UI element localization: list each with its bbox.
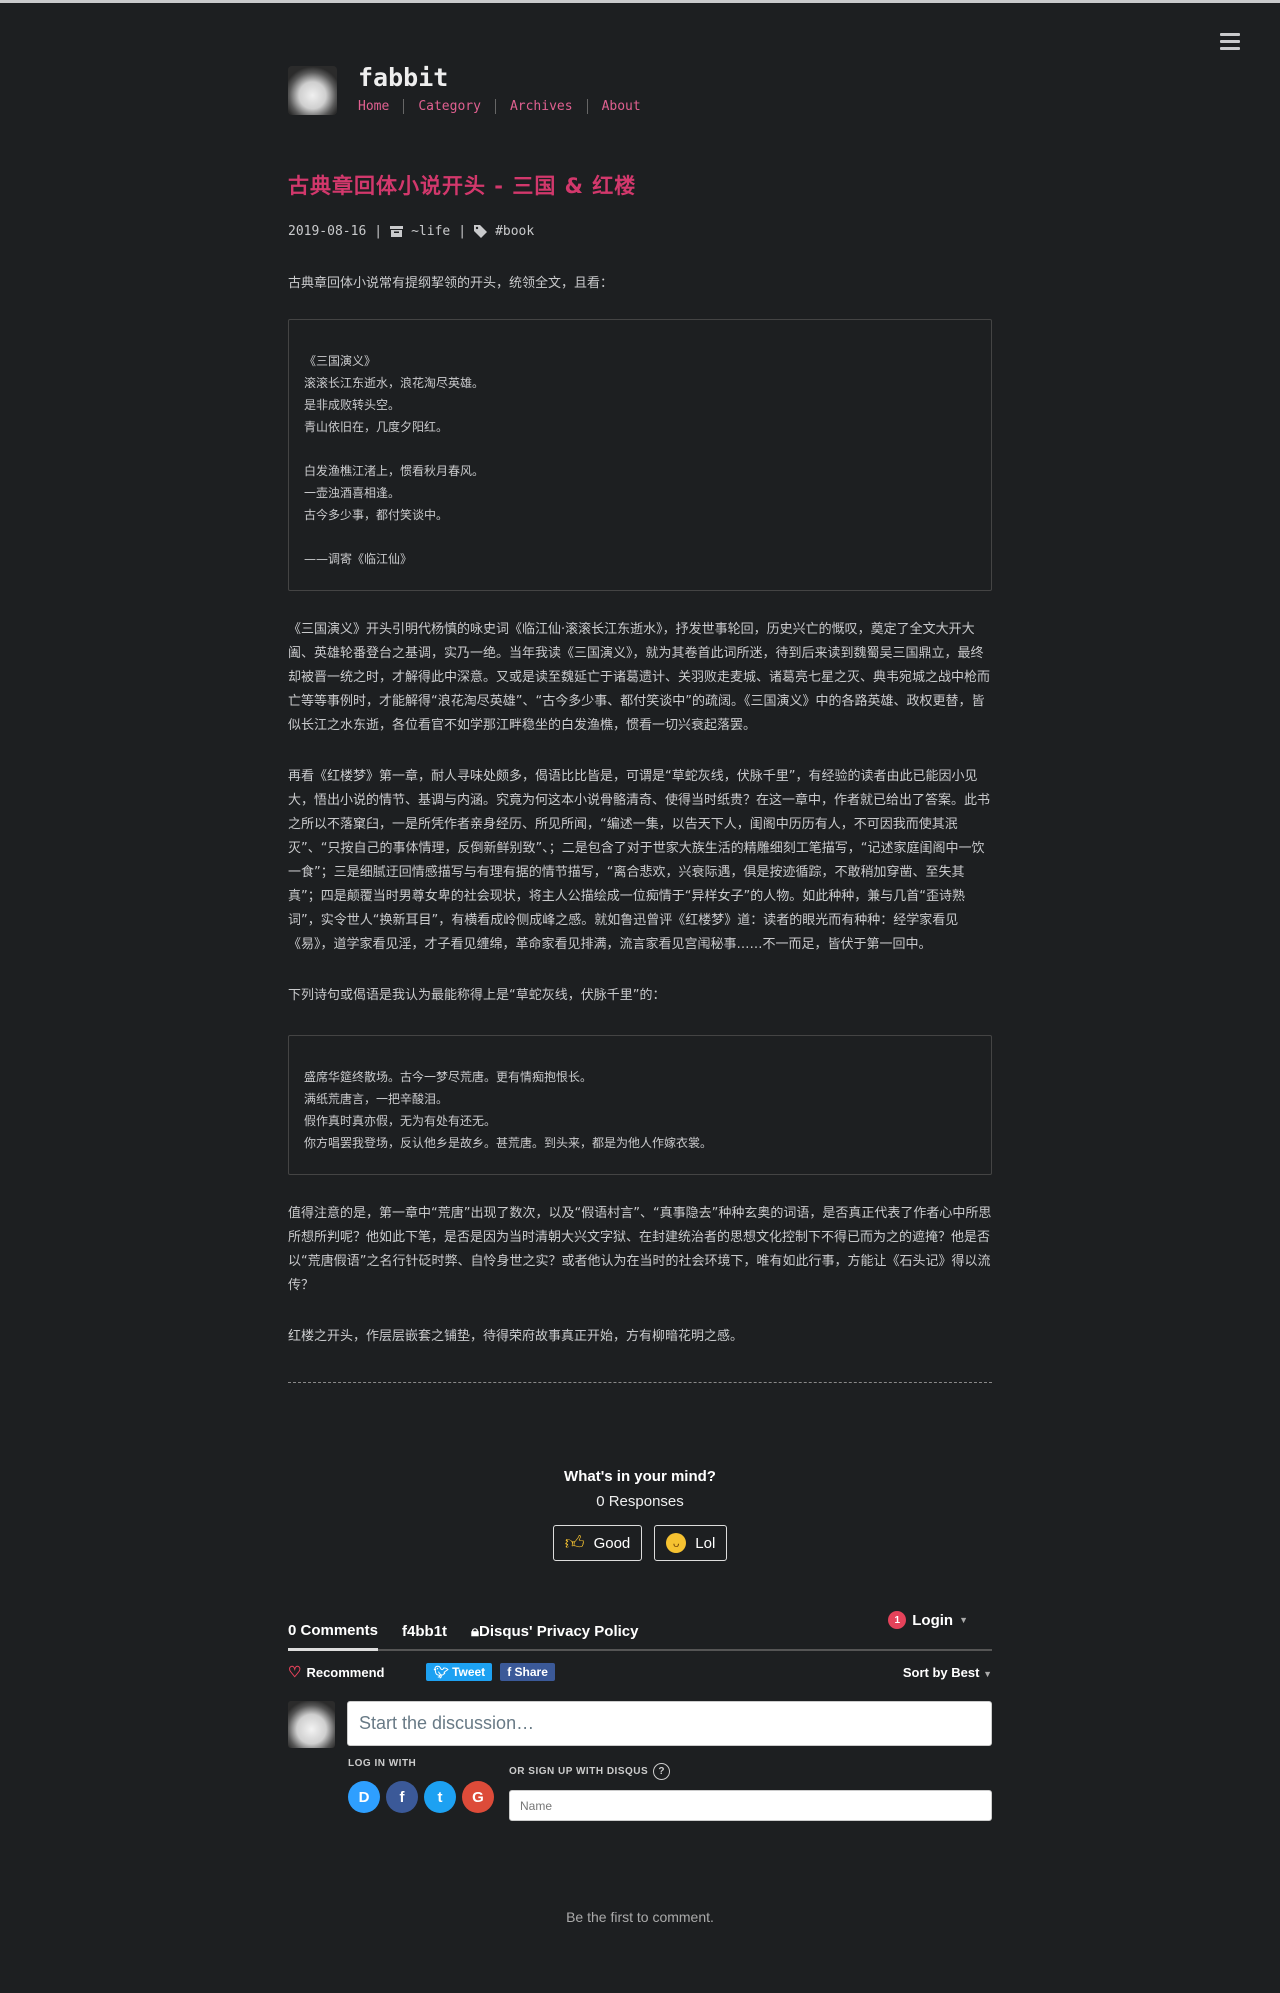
twitter-login-icon[interactable]: t	[424, 1781, 456, 1813]
discussion-input[interactable]: Start the discussion…	[347, 1701, 992, 1746]
reaction-lol-button[interactable]: ᴗ Lol	[654, 1525, 728, 1561]
nav-about[interactable]: About	[586, 99, 655, 114]
reaction-good-button[interactable]: 👍︎ Good	[552, 1525, 643, 1561]
disqus-login-icon[interactable]: D	[348, 1781, 380, 1813]
site-title[interactable]: fabbit	[358, 63, 448, 92]
tab-community[interactable]: f4bb1t	[402, 1623, 447, 1649]
post-divider	[288, 1382, 992, 1383]
poem-block-sanguo: 《三国演义》 滚滚长江东逝水，浪花淘尽英雄。 是非成败转头空。 青山依旧在，几度…	[288, 319, 992, 591]
disqus-actions: ♡ Recommend 🐦︎ Tweet f Share Sort by Bes…	[288, 1663, 992, 1681]
heart-icon: ♡	[288, 1664, 302, 1681]
paragraph-sanguo: 《三国演义》开头引明代杨慎的咏史词《临江仙·滚滚长江东逝水》，抒发世事轮回，历史…	[288, 622, 991, 733]
site-logo[interactable]	[288, 66, 337, 115]
name-input[interactable]: Name	[509, 1790, 992, 1821]
login-area: LOG IN WITH D f t G OR SIGN UP WITH DISQ…	[348, 1758, 992, 1821]
tab-comments[interactable]: 0 Comments	[288, 1622, 379, 1651]
thumbs-up-icon: 👍︎	[564, 1532, 585, 1554]
notification-badge: 1	[888, 1611, 907, 1629]
login-dropdown[interactable]: 1 Login ▼	[888, 1611, 968, 1638]
paragraph-honglou: 再看《红楼梦》第一章，耐人寻味处颇多，偈语比比皆是，可谓是“草蛇灰线，伏脉千里”…	[288, 769, 991, 952]
facebook-login-icon[interactable]: f	[386, 1781, 418, 1813]
facebook-share-button[interactable]: f Share	[500, 1663, 555, 1681]
paragraph-conclusion: 红楼之开头，作层层嵌套之铺垫，待得荣府故事真正开始，方有柳暗花明之感。	[288, 1329, 744, 1344]
tab-privacy[interactable]: 🔒︎Disqus' Privacy Policy	[471, 1623, 638, 1649]
chevron-down-icon: ▼	[983, 1668, 992, 1679]
empty-comments-text: Be the first to comment.	[566, 1909, 714, 1925]
main-nav: Home Category Archives About	[358, 99, 655, 114]
lock-icon: 🔒︎	[471, 1623, 480, 1640]
archive-icon	[390, 226, 404, 237]
tweet-button[interactable]: 🐦︎ Tweet	[426, 1663, 493, 1681]
post-category[interactable]: ~life	[411, 224, 450, 239]
nav-category[interactable]: Category	[403, 99, 495, 114]
recommend-button[interactable]: Recommend	[306, 1665, 384, 1680]
avatar	[288, 1701, 335, 1748]
nav-archives[interactable]: Archives	[494, 99, 587, 114]
nav-home[interactable]: Home	[358, 99, 403, 114]
site-header: fabbit Home Category Archives About	[288, 3, 992, 123]
facebook-icon: f	[507, 1665, 515, 1679]
reactions-count: 0 Responses	[596, 1493, 684, 1510]
reactions-question: What's in your mind?	[564, 1468, 716, 1485]
post-intro: 古典章回体小说常有提纲挈领的开头，统领全文，且看：	[288, 276, 614, 291]
laughing-face-icon: ᴗ	[666, 1533, 687, 1553]
reactions-section: What's in your mind? 0 Responses 👍︎ Good…	[288, 1468, 992, 1561]
post-tag[interactable]: #book	[495, 224, 534, 239]
poem-block-honglou: 盛席华筵终散场。古今一梦尽荒唐。更有情痴抱恨长。 满纸荒唐言，一把辛酸泪。 假作…	[288, 1035, 992, 1175]
signup-label: OR SIGN UP WITH DISQUS	[509, 1766, 649, 1778]
paragraph-verses-intro: 下列诗句或偈语是我认为最能称得上是“草蛇灰线，伏脉千里”的：	[288, 988, 666, 1003]
post-meta: 2019-08-16 | ~life | #book	[288, 224, 535, 239]
log-in-with-label: LOG IN WITH	[348, 1758, 417, 1769]
paragraph-analysis: 值得注意的是，第一章中“荒唐”出现了数次，以及“假语村言”、“真事隐去”种种玄奥…	[288, 1206, 992, 1293]
google-login-icon[interactable]: G	[462, 1781, 494, 1813]
chevron-down-icon: ▼	[959, 1615, 968, 1625]
post-title: 古典章回体小说开头 - 三国 & 红楼	[288, 174, 637, 198]
twitter-icon: 🐦︎	[433, 1665, 453, 1679]
help-icon[interactable]: ?	[653, 1763, 671, 1780]
tag-icon	[474, 225, 488, 238]
hamburger-menu-icon[interactable]	[1220, 33, 1240, 54]
sort-dropdown[interactable]: Sort by Best ▼	[903, 1665, 992, 1680]
post-date: 2019-08-16	[288, 224, 367, 239]
disqus-tabs: 0 Comments f4bb1t 🔒︎Disqus' Privacy Poli…	[288, 1611, 992, 1651]
comment-compose: Start the discussion…	[288, 1701, 992, 1748]
